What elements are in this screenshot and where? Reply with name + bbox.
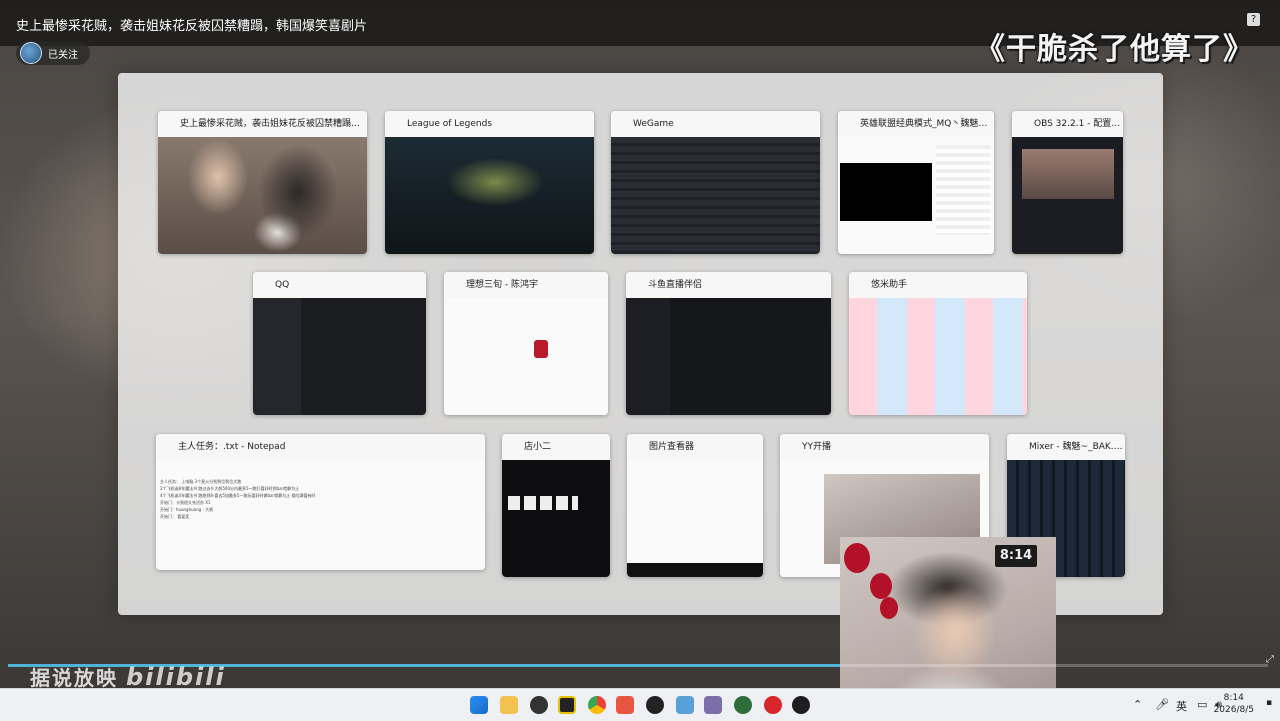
app-icon-2[interactable] [558,696,576,714]
notification-icon[interactable]: ▪ [1266,698,1272,708]
taskbar: ⌃ 🎤︎ 英 ▭ 🔊︎ 8:14 2026/8/5 ▪ [0,688,1280,721]
video-title: 史上最惨采花贼，袭击姐妹花反被囚禁糟蹋，韩国爆笑喜剧片 [16,19,368,34]
window-preview [627,460,763,577]
window-preview [838,137,994,254]
microphone-icon[interactable]: 🎤︎ [1155,698,1169,711]
network-icon[interactable]: ▭ [1197,698,1207,711]
window-thumbnail-dianxiaoer[interactable]: 店小二 [502,434,610,577]
window-thumbnail-douyu[interactable]: 斗鱼直播伴侣 [626,272,831,415]
window-title: YY开播 [780,434,989,460]
taskbar-date: 2026/8/5 [1213,705,1254,715]
app-icon-1[interactable] [530,696,548,714]
notepad-line: 开始门：卡到很久充活办 X1 [160,500,211,505]
window-thumbnail-obs[interactable]: OBS 32.2.1 - 配置文... [1012,111,1123,254]
bilibili-logo: bilibili [126,663,226,691]
webcam-clock: 8:14 [995,545,1037,567]
app-icon-6[interactable] [792,696,810,714]
follow-label: 已关注 [48,49,78,61]
window-title: 斗鱼直播伴侣 [626,272,831,298]
window-title: 史上最惨采花贼，袭击姐妹花反被囚禁糟蹋，韩... [158,111,367,137]
notepad-line: 主人任务： 上电脑 3个星火分到到位到位大跑 [160,479,242,484]
qq-icon[interactable] [646,696,664,714]
window-title: 理想三旬 - 陈鸿宇 [444,272,608,298]
window-thumbnail-youmi[interactable]: 悠米助手 [849,272,1027,415]
window-title: WeGame [611,111,820,137]
file-explorer-icon[interactable] [500,696,518,714]
window-title: 主人任务：.txt - Notepad [156,434,485,460]
app-icon-5[interactable] [734,696,752,714]
window-preview [158,137,367,254]
window-title: OBS 32.2.1 - 配置文... [1012,111,1123,137]
window-thumbnail-video[interactable]: 史上最惨采花贼，袭击姐妹花反被囚禁糟蹋，韩... [158,111,367,254]
window-thumbnail-image-viewer[interactable]: 图片查看器 [627,434,763,577]
window-preview [502,460,610,577]
netease-music-icon[interactable] [764,696,782,714]
window-thumbnail-notepad[interactable]: 主人任务：.txt - Notepad 主人任务： 上电脑 3个星火分到到位到位… [156,434,485,570]
window-preview [1012,137,1123,254]
task-view-overlay: 史上最惨采花贼，袭击姐妹花反被囚禁糟蹋，韩... League of Legen… [118,73,1163,615]
window-preview [444,298,608,415]
app-icon-3[interactable] [616,696,634,714]
window-title: 图片查看器 [627,434,763,460]
window-title: 英雄联盟经典模式_MQ丶魏魅摸... [838,111,994,137]
fullscreen-icon[interactable]: ⤢ [1266,654,1274,665]
watermark: 据说放映 bilibili [30,662,226,691]
window-title: 店小二 [502,434,610,460]
window-thumbnail-wegame[interactable]: WeGame [611,111,820,254]
input-language[interactable]: 英 [1176,698,1187,714]
window-preview: 主人任务： 上电脑 3个星火分到到位到位大跑 2个飞机或8车魔法书 跑过去4-大… [156,460,485,570]
chrome-icon[interactable] [588,696,606,714]
taskbar-time: 8:14 [1223,693,1244,703]
window-thumbnail-browser[interactable]: 英雄联盟经典模式_MQ丶魏魅摸... [838,111,994,254]
notepad-line: 开始门： 喜爱奖 [160,514,190,519]
window-thumbnail-music[interactable]: 理想三旬 - 陈鸿宇 [444,272,608,415]
window-preview [611,137,820,254]
window-preview [849,298,1027,415]
app-icon-4[interactable] [704,696,722,714]
window-preview [626,298,831,415]
tray-chevron-icon[interactable]: ⌃ [1133,698,1142,711]
windows-start-icon[interactable] [470,696,488,714]
follow-badge[interactable]: 已关注 [16,41,90,65]
avatar [20,42,42,64]
window-thumbnail-qq[interactable]: QQ [253,272,426,415]
notepad-icon[interactable] [676,696,694,714]
balloon-decoration [870,573,892,599]
window-title: 悠米助手 [849,272,1027,298]
notepad-line: 2个飞机或8车魔法书 跑过去4-大帆500分内最多5一跑打喜好时到bar就静为止 [160,486,300,491]
balloon-decoration [844,543,870,573]
watermark-text: 据说放映 [30,666,118,690]
balloon-decoration [880,597,898,619]
taskbar-clock[interactable]: 8:14 2026/8/5 [1214,692,1254,716]
window-thumbnail-league[interactable]: League of Legends [385,111,594,254]
window-title: QQ [253,272,426,298]
notepad-line: 4个飞机或4车魔法书 跑跑到8-喜去5加最多5一跑玩喜好时做bar就静为止 保险… [160,493,316,498]
window-preview [253,298,426,415]
window-title: Mixer - 魏魅~_BAK.VIP [1007,434,1125,460]
notepad-line: 开始门：huanghuang - 大帆 [160,507,214,512]
video-caption: 《干脆杀了他算了》 [975,32,1254,67]
window-title: League of Legends [385,111,594,137]
window-preview [385,137,594,254]
